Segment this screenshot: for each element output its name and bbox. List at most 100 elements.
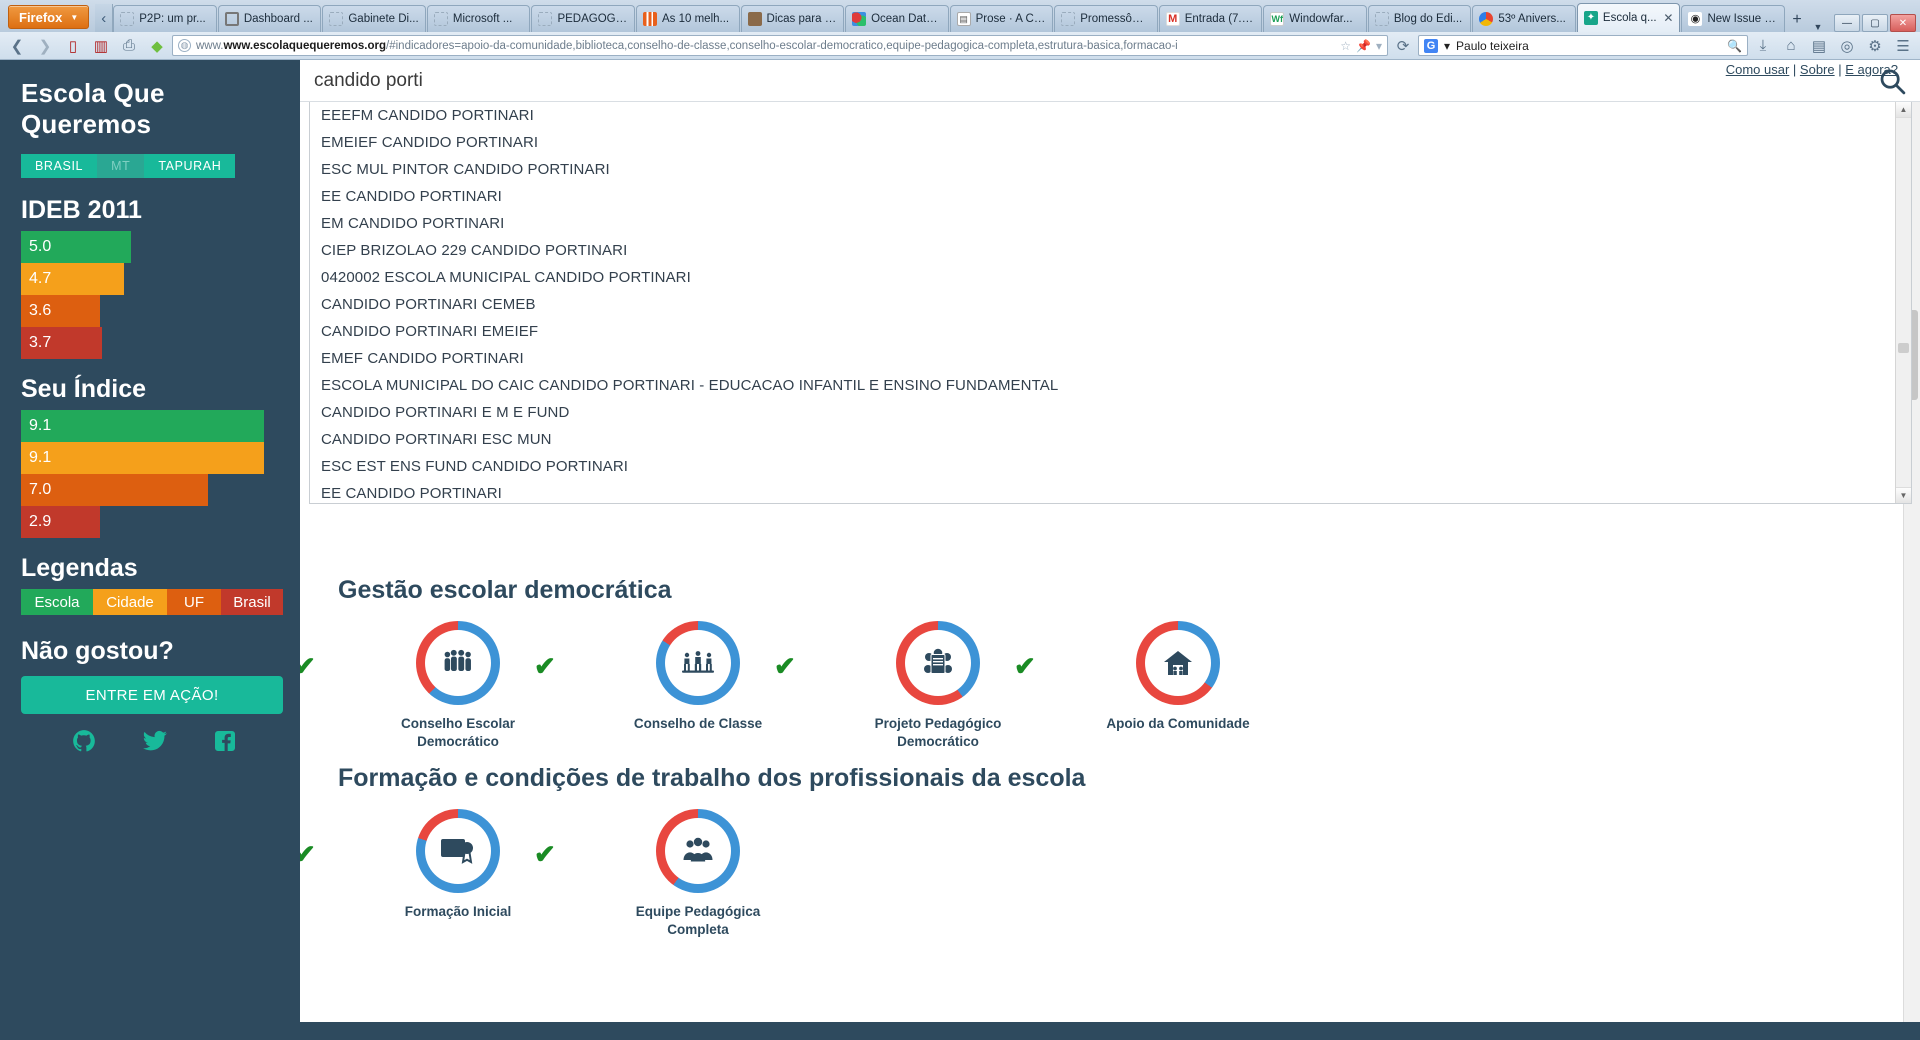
suggestion-item[interactable]: CANDIDO PORTINARI EMEIEF bbox=[310, 318, 1911, 345]
scroll-down-icon[interactable]: ▼ bbox=[1895, 487, 1911, 503]
browser-tab-active[interactable]: ✦ Escola q... ✕ bbox=[1576, 3, 1681, 32]
browser-tab-label: Windowfar... bbox=[1289, 13, 1353, 25]
sidebar: Escola Que Queremos BRASIL MT TAPURAH IDEB… bbox=[0, 60, 300, 1022]
tab-list-dropdown-icon[interactable]: ▼ bbox=[1808, 22, 1828, 32]
scope-tab-brasil[interactable]: BRASIL bbox=[21, 154, 98, 178]
close-tab-icon[interactable]: ✕ bbox=[1663, 11, 1673, 25]
addon-icon-2[interactable]: ⚙ bbox=[1862, 34, 1888, 58]
suggestion-item[interactable]: EM CANDIDO PORTINARI bbox=[310, 210, 1911, 237]
suggestion-item[interactable]: ESC EST ENS FUND CANDIDO PORTINARI bbox=[310, 453, 1911, 480]
suggestion-item[interactable]: EE CANDIDO PORTINARI bbox=[310, 480, 1911, 503]
browser-tab[interactable]: Dicas para u... bbox=[740, 5, 845, 32]
index-bar: 2.9 bbox=[21, 506, 100, 538]
browser-tab[interactable]: P2P: um pr... bbox=[113, 5, 217, 32]
indicator-group: Formação e condições de trabalho dos pro… bbox=[300, 764, 1920, 938]
check-icon: ✔ bbox=[300, 839, 316, 870]
browser-tab[interactable]: 53º Anivers... bbox=[1472, 5, 1576, 32]
indicator-item[interactable]: ✔ Equipe Pedagógica Completa bbox=[534, 809, 818, 938]
browser-tab[interactable]: M Entrada (7.4... bbox=[1158, 5, 1263, 32]
suggestion-item[interactable]: CANDIDO PORTINARI CEMEB bbox=[310, 291, 1911, 318]
menu-icon[interactable]: ☰ bbox=[1890, 34, 1916, 58]
browser-tab[interactable]: Blog do Edi... bbox=[1367, 5, 1472, 32]
home-icon[interactable]: ⌂ bbox=[1778, 34, 1804, 58]
twitter-icon[interactable] bbox=[141, 728, 169, 759]
browser-tab-label: Blog do Edi... bbox=[1393, 13, 1463, 25]
indicator-item[interactable]: ✔ Projeto Pedagógico Democrático bbox=[774, 621, 1058, 750]
browser-tab-label: Microsoft ... bbox=[452, 13, 513, 25]
browser-tab-label: As 10 melh... bbox=[662, 13, 730, 25]
browser-tab[interactable]: Microsoft ... bbox=[426, 5, 531, 32]
suggestions-scrollbar[interactable]: ▲ ▼ bbox=[1895, 102, 1911, 503]
suggestion-item[interactable]: CANDIDO PORTINARI ESC MUN bbox=[310, 426, 1911, 453]
minimize-button[interactable]: — bbox=[1834, 14, 1860, 32]
suggestion-item[interactable]: EE CANDIDO PORTINARI bbox=[310, 183, 1911, 210]
scrollbar-thumb[interactable] bbox=[1898, 343, 1909, 353]
indicator-donut bbox=[416, 809, 500, 894]
back-icon[interactable]: ❮ bbox=[4, 34, 30, 58]
suggestion-item[interactable]: EEEFM CANDIDO PORTINARI bbox=[310, 102, 1911, 129]
entre-em-acao-button[interactable]: ENTRE EM AÇÃO! bbox=[21, 676, 283, 714]
indicator-item[interactable]: ✔ Apoio da Comunidade bbox=[1014, 621, 1298, 733]
link-como-usar[interactable]: Como usar bbox=[1726, 62, 1790, 77]
indicator-item[interactable]: ✔ Conselho Escolar Democrático bbox=[300, 621, 578, 750]
close-window-button[interactable]: ✕ bbox=[1890, 14, 1916, 32]
forward-icon[interactable]: ❯ bbox=[32, 34, 58, 58]
readinglist-icon[interactable]: ▥ bbox=[88, 34, 114, 58]
ideb-bar: 4.7 bbox=[21, 263, 124, 295]
search-icon[interactable]: 🔍 bbox=[1727, 39, 1742, 53]
bookmark-toolbar-icon[interactable]: ▯ bbox=[60, 34, 86, 58]
document-group-icon bbox=[896, 621, 980, 705]
index-bar: 7.0 bbox=[21, 474, 208, 506]
history-dropdown-icon[interactable]: ▾ bbox=[1376, 39, 1382, 53]
browser-tab[interactable]: Gabinete Di... bbox=[322, 5, 426, 32]
indicator-donut bbox=[656, 621, 740, 705]
scroll-up-icon[interactable]: ▲ bbox=[1895, 102, 1911, 118]
github-icon: ◉ bbox=[1688, 12, 1703, 26]
address-bar[interactable]: ◍ www.www.escolaquequeremos.org/#indicad… bbox=[172, 35, 1388, 56]
search-input[interactable] bbox=[300, 60, 1864, 102]
evernote-icon[interactable]: ◆ bbox=[144, 34, 170, 58]
indicator-row: ✔ Formação Inicial ✔ Equipe Pedagógica Comp… bbox=[300, 809, 1920, 938]
scope-tab-tapurah[interactable]: TAPURAH bbox=[144, 154, 236, 178]
suggestion-item[interactable]: EMEIEF CANDIDO PORTINARI bbox=[310, 129, 1911, 156]
new-tab-button[interactable]: + bbox=[1786, 8, 1808, 32]
browser-tab[interactable]: ◉ New Issue · ... bbox=[1681, 5, 1786, 32]
link-sobre[interactable]: Sobre bbox=[1800, 62, 1835, 77]
pin-icon[interactable]: 📌 bbox=[1356, 39, 1371, 53]
suggestion-item[interactable]: ESCOLA MUNICIPAL DO CAIC CANDIDO PORTINA… bbox=[310, 372, 1911, 399]
link-e-agora[interactable]: E agora? bbox=[1845, 62, 1898, 77]
suggestion-item[interactable]: 0420002 ESCOLA MUNICIPAL CANDIDO PORTINA… bbox=[310, 264, 1911, 291]
github-icon[interactable] bbox=[71, 728, 97, 759]
search-engine-dropdown-icon[interactable]: ▾ bbox=[1444, 39, 1450, 53]
search-suggestions-dropdown[interactable]: EEEFM CANDIDO PORTINARI EMEIEF CANDIDO PO… bbox=[309, 102, 1912, 504]
browser-search-bar[interactable]: G ▾ Paulo teixeira 🔍 bbox=[1418, 35, 1748, 56]
maximize-button[interactable]: ▢ bbox=[1862, 14, 1888, 32]
bookmarks-icon[interactable]: ▤ bbox=[1806, 34, 1832, 58]
chevron-down-icon: ▼ bbox=[70, 12, 79, 22]
browser-tab[interactable]: Promessôm... bbox=[1054, 5, 1158, 32]
suggestion-item[interactable]: EMEF CANDIDO PORTINARI bbox=[310, 345, 1911, 372]
browser-tab[interactable]: ▤ Prose · A Co... bbox=[949, 5, 1054, 32]
firefox-menu-button[interactable]: Firefox ▼ bbox=[8, 5, 90, 29]
blank-icon bbox=[1061, 12, 1076, 26]
browser-tab[interactable]: PEDAGOGI... bbox=[531, 5, 635, 32]
browser-tab[interactable]: As 10 melh... bbox=[636, 5, 740, 32]
legend-item-escola: Escola bbox=[21, 589, 93, 615]
addon-icon-1[interactable]: ◎ bbox=[1834, 34, 1860, 58]
scope-tab-mt[interactable]: MT bbox=[97, 154, 145, 178]
browser-tab[interactable]: Dashboard ... bbox=[217, 5, 322, 32]
browser-tab[interactable]: Wf Windowfar... bbox=[1263, 5, 1367, 32]
browser-tab-label: 53º Anivers... bbox=[1498, 13, 1566, 25]
suggestion-item[interactable]: CANDIDO PORTINARI E M E FUND bbox=[310, 399, 1911, 426]
facebook-icon[interactable] bbox=[213, 728, 237, 759]
tab-scroll-left-icon[interactable]: ‹ bbox=[95, 4, 114, 32]
suggestion-item[interactable]: CIEP BRIZOLAO 229 CANDIDO PORTINARI bbox=[310, 237, 1911, 264]
reload-icon[interactable]: ⟳ bbox=[1390, 34, 1416, 58]
check-icon: ✔ bbox=[774, 651, 796, 681]
bookmark-star-icon[interactable]: ☆ bbox=[1340, 39, 1351, 53]
download-icon[interactable]: ⤓ bbox=[1750, 34, 1776, 58]
box-icon bbox=[224, 12, 239, 26]
screenshot-icon[interactable]: ⎙ bbox=[116, 34, 142, 58]
browser-tab[interactable]: Ocean Data ... bbox=[845, 5, 949, 32]
suggestion-item[interactable]: ESC MUL PINTOR CANDIDO PORTINARI bbox=[310, 156, 1911, 183]
